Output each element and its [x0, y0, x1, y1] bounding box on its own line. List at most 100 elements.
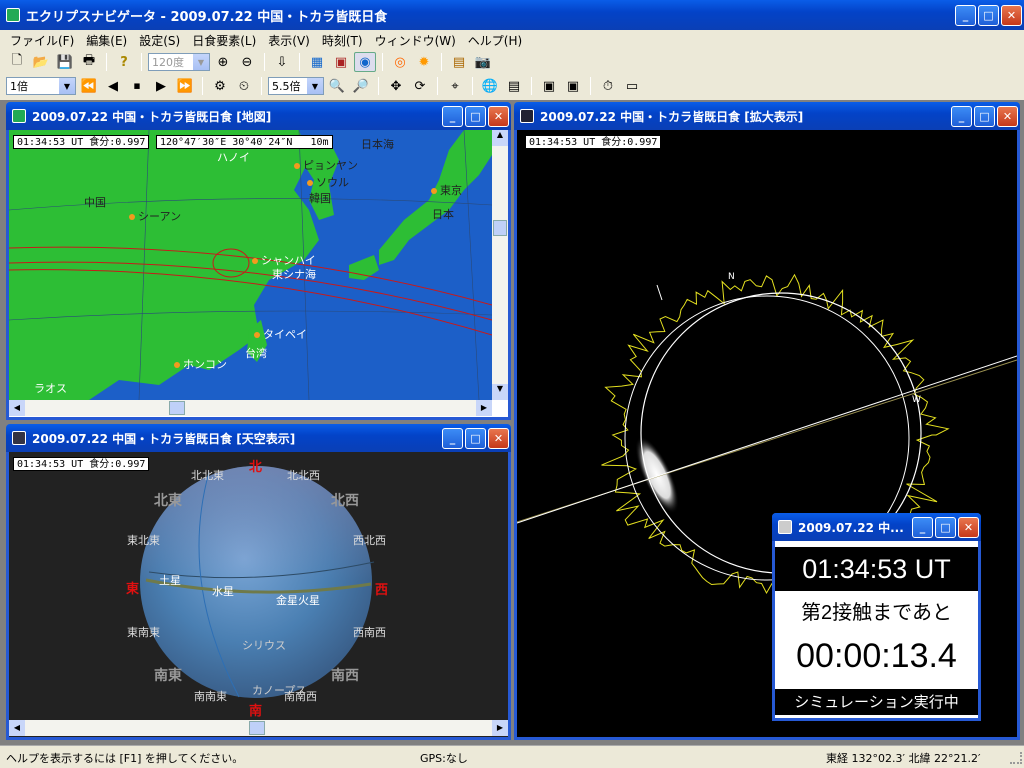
minimize-button[interactable]: _ — [951, 105, 972, 127]
label-hongkong: ホンコン — [174, 356, 227, 372]
window-map-icon[interactable]: ▣ — [538, 76, 560, 96]
field-of-view-combo[interactable]: 120度 ▼ — [148, 53, 210, 71]
speed-value: 1倍 — [10, 80, 28, 93]
chevron-down-icon[interactable]: ▼ — [193, 54, 209, 70]
map-vertical-scrollbar[interactable]: ▲ ▼ — [492, 130, 508, 400]
magnify-in-icon[interactable]: 🔍 — [326, 76, 348, 96]
minimize-button[interactable]: _ — [442, 105, 463, 127]
scroll-right-arrow-icon[interactable]: ▶ — [492, 720, 508, 736]
scroll-right-arrow-icon[interactable]: ▶ — [476, 400, 492, 416]
stop-icon[interactable]: ⏹ — [126, 76, 148, 96]
forward-fast-icon[interactable]: ⏩ — [174, 76, 196, 96]
play-back-icon[interactable]: ◀ — [102, 76, 124, 96]
rewind-fast-icon[interactable]: ⏪ — [78, 76, 100, 96]
scroll-down-arrow-icon[interactable]: ▼ — [492, 384, 508, 400]
label-tokyo: 東京 — [431, 182, 462, 198]
menu-window[interactable]: ウィンドウ(W) — [369, 32, 462, 49]
menu-file[interactable]: ファイル(F) — [4, 32, 80, 49]
maximize-button[interactable]: □ — [974, 105, 995, 127]
window-zoom-icon[interactable]: ▣ — [562, 76, 584, 96]
play-icon[interactable]: ▶ — [150, 76, 172, 96]
close-button[interactable]: ✕ — [958, 516, 979, 538]
sky-window-title-bar[interactable]: 2009.07.22 中国・トカラ皆既日食 [天空表示] _ □ ✕ — [6, 424, 511, 452]
menu-help[interactable]: ヘルプ(H) — [462, 32, 528, 49]
save-icon[interactable]: 💾 — [54, 52, 76, 72]
scroll-left-arrow-icon[interactable]: ◀ — [9, 720, 25, 736]
zoom-out-icon[interactable]: ⊖ — [236, 52, 258, 72]
map-window-title-bar[interactable]: 2009.07.22 中国・トカラ皆既日食 [地図] _ □ ✕ — [6, 102, 511, 130]
main-title-bar: エクリプスナビゲータ - 2009.07.22 中国・トカラ皆既日食 _ □ ✕ — [0, 0, 1024, 30]
window-info-icon[interactable]: ▭ — [621, 76, 643, 96]
globe-icon[interactable]: 🌐 — [479, 76, 501, 96]
eclipse-icon[interactable]: ✹ — [413, 52, 435, 72]
magnify-out-icon[interactable]: 🔎 — [350, 76, 372, 96]
map-view-icon[interactable]: ▦ — [306, 52, 328, 72]
scroll-thumb[interactable] — [493, 220, 507, 236]
west-marker-label: W — [912, 395, 921, 405]
timer-window-icon[interactable] — [778, 520, 792, 534]
status-bar: ヘルプを表示するには [F1] を押してください。 GPS:なし 東経 132°… — [0, 745, 1024, 768]
close-button[interactable]: ✕ — [488, 105, 509, 127]
zoom-window-icon[interactable] — [520, 109, 534, 123]
zoom-in-icon[interactable]: ⊕ — [212, 52, 234, 72]
label-xian: シーアン — [129, 208, 181, 224]
menu-time[interactable]: 時刻(T) — [316, 32, 369, 49]
maximize-button[interactable]: □ — [978, 4, 999, 26]
grid-icon[interactable]: ▤ — [448, 52, 470, 72]
sky-view-icon[interactable]: ▣ — [330, 52, 352, 72]
help-icon[interactable]: ? — [113, 52, 135, 72]
chevron-down-icon[interactable]: ▼ — [307, 78, 323, 94]
sky-window-title: 2009.07.22 中国・トカラ皆既日食 [天空表示] — [32, 431, 296, 446]
window-timer-icon[interactable]: ⏱ — [597, 76, 619, 96]
magnification-combo[interactable]: 5.5倍 ▼ — [268, 77, 324, 95]
close-button[interactable]: ✕ — [1001, 4, 1022, 26]
sky-window-body: 01:34:53 UT 食分:0.997 北 南 東 西 北東 北西 南東 南西… — [6, 452, 511, 740]
sky-horizontal-scrollbar[interactable]: ◀ ▶ — [9, 720, 508, 736]
new-icon[interactable]: 🗋 — [6, 52, 28, 72]
settings-icon[interactable]: ⚙ — [209, 76, 231, 96]
maximize-button[interactable]: □ — [465, 427, 486, 449]
minimize-button[interactable]: _ — [912, 516, 933, 538]
print-icon[interactable]: 🖶 — [78, 52, 100, 72]
scroll-up-arrow-icon[interactable]: ▲ — [492, 130, 508, 146]
minimize-button[interactable]: _ — [442, 427, 463, 449]
map-window-icon[interactable] — [12, 109, 26, 123]
map-horizontal-scrollbar[interactable]: ◀ ▶ — [9, 400, 492, 416]
menu-edit[interactable]: 編集(E) — [80, 32, 133, 49]
rotate-icon[interactable]: ⟳ — [409, 76, 431, 96]
scroll-thumb[interactable] — [169, 401, 185, 415]
menu-view[interactable]: 表示(V) — [262, 32, 316, 49]
download-icon[interactable]: ⇩ — [271, 52, 293, 72]
zoom-view-icon[interactable]: ◉ — [354, 52, 376, 72]
sky-canvas[interactable] — [9, 452, 508, 720]
location-icon[interactable]: ⌖ — [444, 76, 466, 96]
open-icon[interactable]: 📂 — [30, 52, 52, 72]
menu-settings[interactable]: 設定(S) — [133, 32, 186, 49]
chevron-down-icon[interactable]: ▼ — [59, 78, 75, 94]
dir-east: 東 — [126, 582, 140, 597]
close-button[interactable]: ✕ — [997, 105, 1018, 127]
app-icon[interactable] — [6, 8, 20, 22]
table-icon[interactable]: ▤ — [503, 76, 525, 96]
label-korea: 韓国 — [309, 192, 331, 205]
magnification-value: 5.5倍 — [272, 80, 301, 93]
maximize-button[interactable]: □ — [465, 105, 486, 127]
separator — [437, 77, 438, 95]
maximize-button[interactable]: □ — [935, 516, 956, 538]
status-gps: GPS:なし — [420, 752, 468, 765]
sky-window-icon[interactable] — [12, 431, 26, 445]
camera-icon[interactable]: 📷 — [472, 52, 494, 72]
speed-combo[interactable]: 1倍 ▼ — [6, 77, 76, 95]
zoom-window-title-bar[interactable]: 2009.07.22 中国・トカラ皆既日食 [拡大表示] _ □ ✕ — [514, 102, 1020, 130]
scroll-left-arrow-icon[interactable]: ◀ — [9, 400, 25, 416]
timer-window-title-bar[interactable]: 2009.07.22 中... _ □ ✕ — [772, 513, 981, 541]
label-tokyo-text: 東京 — [440, 184, 462, 197]
clock-icon[interactable]: ⏲ — [233, 76, 255, 96]
scroll-thumb[interactable] — [249, 721, 265, 735]
menu-eclipse-elements[interactable]: 日食要素(L) — [186, 32, 262, 49]
size-grip-icon[interactable] — [1010, 752, 1022, 764]
move-icon[interactable]: ✥ — [385, 76, 407, 96]
close-button[interactable]: ✕ — [488, 427, 509, 449]
sun-icon[interactable]: ◎ — [389, 52, 411, 72]
minimize-button[interactable]: _ — [955, 4, 976, 26]
